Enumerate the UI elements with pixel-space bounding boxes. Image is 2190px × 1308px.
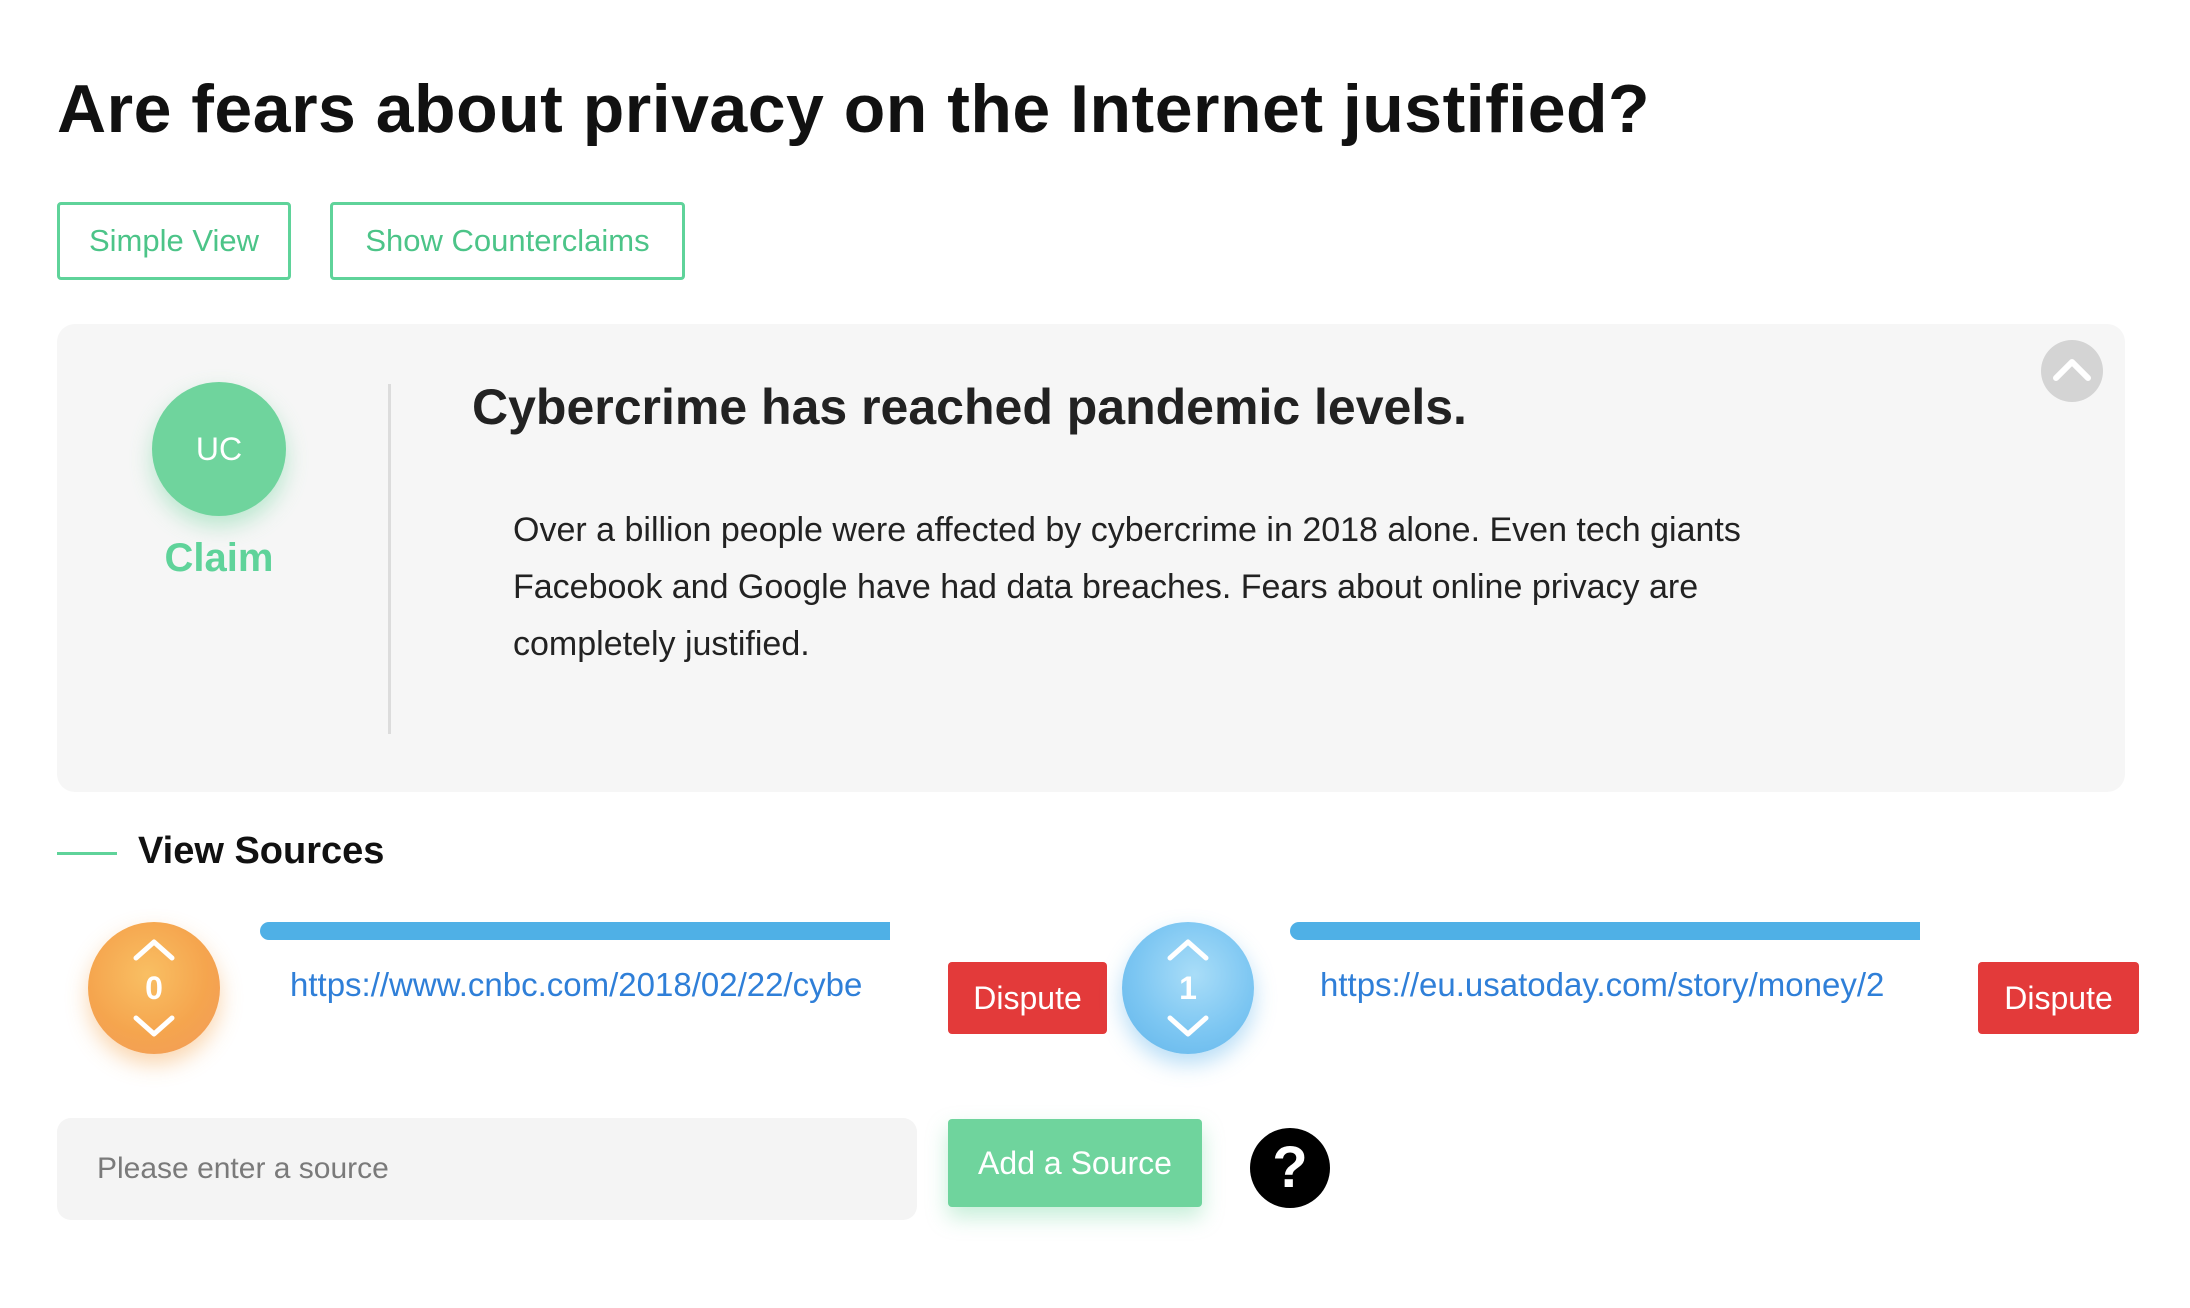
dispute-button[interactable]: Dispute <box>948 962 1107 1034</box>
simple-view-button[interactable]: Simple View <box>57 202 291 280</box>
vote-count: 1 <box>1179 970 1197 1006</box>
source-bar <box>260 922 890 940</box>
dispute-button[interactable]: Dispute <box>1978 962 2139 1034</box>
page-title: Are fears about privacy on the Internet … <box>57 71 1651 147</box>
chevron-up-icon <box>2053 359 2091 381</box>
upvote-icon[interactable] <box>130 936 178 962</box>
collapse-button[interactable] <box>2041 340 2103 402</box>
downvote-icon[interactable] <box>130 1014 178 1040</box>
help-icon[interactable]: ? <box>1250 1128 1330 1208</box>
claim-type-label: Claim <box>164 536 274 580</box>
claim-heading: Cybercrime has reached pandemic levels. <box>472 379 1467 435</box>
sources-divider <box>57 852 117 855</box>
source-link[interactable]: https://www.cnbc.com/2018/02/22/cybe <box>290 960 890 1010</box>
avatar: UC <box>152 382 286 516</box>
claim-divider <box>388 384 391 734</box>
upvote-icon[interactable] <box>1164 936 1212 962</box>
downvote-icon[interactable] <box>1164 1014 1212 1040</box>
claim-body: Over a billion people were affected by c… <box>513 511 1741 663</box>
add-source-button[interactable]: Add a Source <box>948 1119 1202 1207</box>
vote-count: 0 <box>145 970 163 1006</box>
vote-widget-source-2: 1 <box>1122 922 1254 1054</box>
source-link[interactable]: https://eu.usatoday.com/story/money/2 <box>1320 960 1920 1010</box>
source-input[interactable] <box>57 1118 917 1220</box>
vote-widget-source-1: 0 <box>88 922 220 1054</box>
claim-card: UC Claim Cybercrime has reached pandemic… <box>57 324 2125 792</box>
source-bar <box>1290 922 1920 940</box>
show-counterclaims-button[interactable]: Show Counterclaims <box>330 202 685 280</box>
page: Are fears about privacy on the Internet … <box>0 0 2190 1308</box>
view-sources-heading: View Sources <box>138 830 385 872</box>
